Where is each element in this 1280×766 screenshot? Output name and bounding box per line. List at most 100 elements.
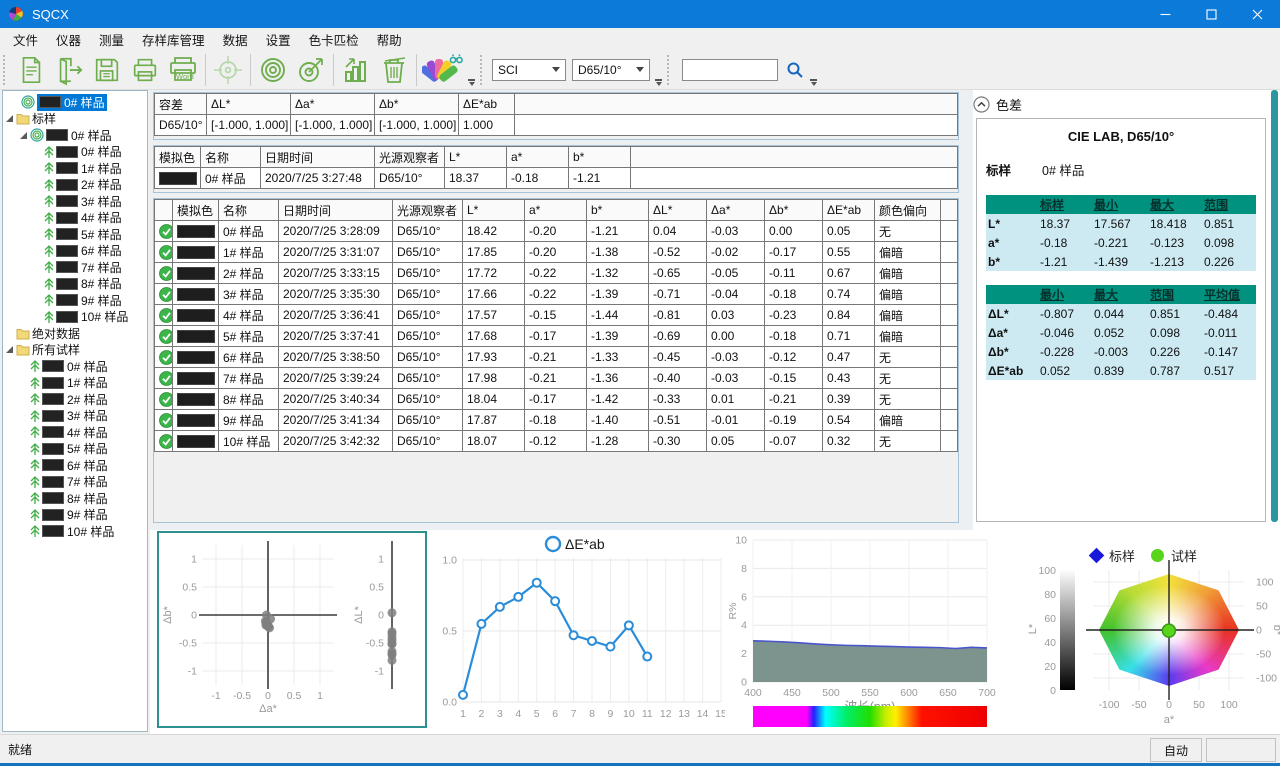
tree-item[interactable]: 2# 样品: [3, 177, 147, 194]
statistics-button[interactable]: [337, 52, 375, 88]
tree-item[interactable]: 0# 样品: [3, 358, 147, 375]
menu-item-5[interactable]: 设置: [257, 28, 300, 51]
tree-item[interactable]: 1# 样品: [3, 160, 147, 177]
menu-item-2[interactable]: 测量: [90, 28, 133, 51]
tree-item[interactable]: 0# 样品: [3, 144, 147, 161]
tree-item[interactable]: 8# 样品: [3, 276, 147, 293]
calibrate-button[interactable]: [209, 52, 247, 88]
minimize-button[interactable]: [1142, 0, 1188, 28]
cell: -1.32: [587, 263, 649, 284]
color-match-button[interactable]: [420, 52, 466, 88]
print-button[interactable]: [126, 52, 164, 88]
tree-item-label: 6# 样品: [81, 242, 122, 259]
table-row: 2# 样品2020/7/25 3:33:15D65/10°17.72-0.22-…: [155, 263, 958, 284]
tree-item[interactable]: 7# 样品: [3, 259, 147, 276]
toolbar-grip[interactable]: [667, 55, 673, 85]
toolbar-grip[interactable]: [3, 55, 9, 85]
export-button[interactable]: [50, 52, 88, 88]
search-button[interactable]: [782, 52, 808, 88]
save-button[interactable]: [88, 52, 126, 88]
tree-item[interactable]: 5# 样品: [3, 226, 147, 243]
tree-expand-icon[interactable]: [19, 131, 28, 140]
tree-item[interactable]: 10# 样品: [3, 523, 147, 540]
tree-item[interactable]: 标样: [3, 111, 147, 128]
delta-ab-scatter-chart[interactable]: -1-0.500.51-1-0.500.51Δa*Δb*-1-0.500.51Δ…: [157, 531, 427, 728]
collapse-icon[interactable]: [973, 96, 990, 113]
cell: 0.851: [1148, 304, 1202, 323]
reflectance-spectral-chart[interactable]: 0246810400450500550600650700R%波长(nm): [729, 530, 1006, 732]
tree-item[interactable]: 2# 样品: [3, 391, 147, 408]
cell: -0.03: [707, 221, 765, 242]
pass-check-icon: [159, 371, 173, 386]
color-swatch: [56, 245, 78, 257]
tree-item[interactable]: 0# 样品: [3, 127, 147, 144]
tree-item[interactable]: 所有试样: [3, 342, 147, 359]
toolbar-grip[interactable]: [480, 55, 486, 85]
tree-expand-icon[interactable]: [5, 114, 14, 123]
menu-item-7[interactable]: 帮助: [368, 28, 411, 51]
tree-item[interactable]: 7# 样品: [3, 474, 147, 491]
mode-select[interactable]: SCI: [492, 59, 566, 81]
cell: -1.42: [587, 389, 649, 410]
tree-item[interactable]: 3# 样品: [3, 193, 147, 210]
color-swatch: [42, 393, 64, 405]
right-panel-scrollbar[interactable]: [1271, 90, 1278, 522]
check-cell: [155, 284, 173, 305]
close-button[interactable]: [1234, 0, 1280, 28]
sample-arrow-icon: [44, 161, 54, 175]
measure-standard-button[interactable]: [254, 52, 292, 88]
toolbar-overflow-icon[interactable]: [655, 79, 662, 86]
delta-e-line-chart[interactable]: ΔE*ab0.00.51.0123456789101112131415: [437, 530, 725, 732]
tree-item[interactable]: 1# 样品: [3, 375, 147, 392]
tree-item[interactable]: 10# 样品: [3, 309, 147, 326]
menu-item-0[interactable]: 文件: [4, 28, 47, 51]
search-input[interactable]: [682, 59, 778, 81]
new-document-button[interactable]: [12, 52, 50, 88]
spectrum-colorbar: [753, 706, 987, 727]
measure-sample-button[interactable]: [292, 52, 330, 88]
tree-item[interactable]: 绝对数据: [3, 325, 147, 342]
svg-text:1: 1: [191, 554, 197, 566]
delta-table-row: ΔE*ab0.0520.8390.7870.517: [986, 361, 1256, 380]
maximize-button[interactable]: [1188, 0, 1234, 28]
tree-item-selected[interactable]: 0# 样品: [3, 94, 147, 111]
tree-item[interactable]: 4# 样品: [3, 424, 147, 441]
auto-mode-button[interactable]: 自动: [1150, 738, 1202, 762]
menu-item-3[interactable]: 存样库管理: [133, 28, 214, 51]
tree-expand-icon[interactable]: [5, 345, 14, 354]
tree-item[interactable]: 6# 样品: [3, 457, 147, 474]
toolbar-overflow-icon[interactable]: [468, 79, 475, 86]
svg-text:1.0: 1.0: [442, 555, 457, 567]
tree-item[interactable]: 9# 样品: [3, 292, 147, 309]
sample-tree: 0# 样品标样0# 样品0# 样品1# 样品2# 样品3# 样品4# 样品5# …: [2, 90, 148, 732]
illuminant-select[interactable]: D65/10°: [572, 59, 650, 81]
tree-item[interactable]: 8# 样品: [3, 490, 147, 507]
lab-gamut-chart[interactable]: 标样试样100806040200L*-100-50050100100500-50…: [1008, 530, 1280, 732]
menu-item-1[interactable]: 仪器: [47, 28, 90, 51]
print-word-button[interactable]: Word: [164, 52, 202, 88]
delete-button[interactable]: [375, 52, 413, 88]
cell: 17.87: [463, 410, 525, 431]
samples-table: 模拟色名称日期时间光源观察者L*a*b*ΔL*Δa*Δb*ΔE*ab颜色偏向0#…: [154, 199, 958, 452]
svg-text:15: 15: [715, 708, 725, 720]
tree-item[interactable]: 9# 样品: [3, 507, 147, 524]
cell: a*: [986, 233, 1038, 252]
tree-item-label: 4# 样品: [67, 424, 108, 441]
tree-item[interactable]: 3# 样品: [3, 408, 147, 425]
cell: 7# 样品: [219, 368, 279, 389]
cell: 0.044: [1092, 304, 1148, 323]
tree-item[interactable]: 6# 样品: [3, 243, 147, 260]
toolbar-overflow-icon[interactable]: [810, 79, 817, 86]
svg-text:0: 0: [1166, 699, 1172, 711]
pass-check-icon: [159, 224, 173, 239]
menu-item-4[interactable]: 数据: [214, 28, 257, 51]
cell: 17.57: [463, 305, 525, 326]
cell: D65/10°: [393, 263, 463, 284]
check-cell: [155, 368, 173, 389]
sample-color-swatch: [177, 225, 215, 238]
menu-item-6[interactable]: 色卡匹检: [300, 28, 368, 51]
cell: 无: [875, 431, 941, 452]
tree-item[interactable]: 5# 样品: [3, 441, 147, 458]
cell: -0.18: [765, 284, 823, 305]
tree-item[interactable]: 4# 样品: [3, 210, 147, 227]
